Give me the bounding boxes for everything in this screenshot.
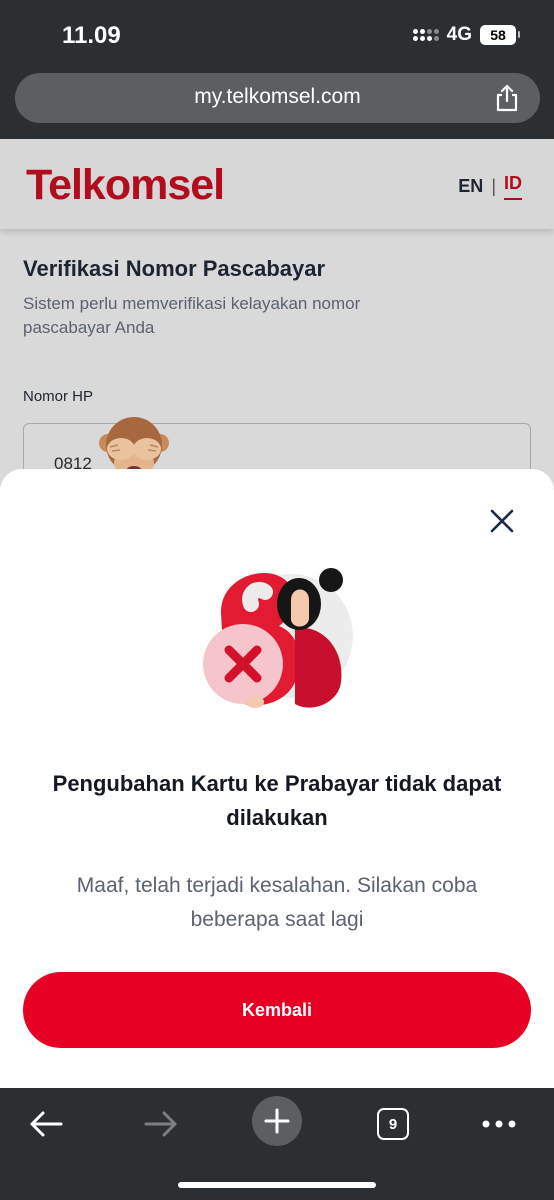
telkomsel-logo[interactable]: Telkomsel [26, 161, 225, 210]
status-time: 11.09 [62, 22, 121, 49]
form-subtitle: Sistem perlu memverifikasi kelayakan nom… [23, 294, 361, 337]
battery-level: 58 [490, 27, 506, 43]
status-indicators: 4G 58 [412, 24, 520, 46]
back-arrow-icon [30, 1111, 63, 1137]
close-icon[interactable] [488, 507, 516, 535]
language-switcher: EN | ID [458, 173, 522, 200]
lang-separator: | [491, 176, 496, 196]
lang-en[interactable]: EN [458, 176, 483, 197]
tabs-button[interactable]: 9 [371, 1102, 415, 1146]
forward-nav-button[interactable] [139, 1102, 183, 1146]
more-icon [482, 1120, 516, 1128]
form-title: Verifikasi Nomor Pascabayar [23, 256, 326, 281]
forward-arrow-icon [144, 1111, 177, 1137]
error-bottom-sheet: Pengubahan Kartu ke Prabayar tidak dapat… [0, 469, 554, 1088]
more-button[interactable] [477, 1102, 521, 1146]
share-icon[interactable] [494, 84, 520, 112]
home-indicator [178, 1182, 376, 1188]
site-header: Telkomsel EN | ID [0, 139, 554, 229]
back-nav-button[interactable] [24, 1102, 68, 1146]
new-tab-button[interactable] [252, 1096, 302, 1146]
error-message: Maaf, telah terjadi kesalahan. Silakan c… [76, 874, 478, 931]
browser-chrome: 11.09 4G 58 my.telkomsel.com [0, 0, 554, 139]
lang-id[interactable]: ID [504, 173, 522, 200]
url-text: my.telkomsel.com [194, 85, 361, 108]
signal-icon [412, 29, 439, 41]
network-type: 4G [446, 24, 472, 45]
url-bar[interactable]: my.telkomsel.com [15, 73, 540, 123]
back-button[interactable]: Kembali [23, 972, 531, 1048]
tabs-count: 9 [377, 1108, 409, 1140]
plus-icon [252, 1096, 302, 1146]
battery-icon: 58 [480, 25, 520, 45]
phone-label: Nomor HP [23, 388, 94, 405]
error-illustration [203, 568, 353, 708]
error-title: Pengubahan Kartu ke Prabayar tidak dapat… [52, 771, 502, 830]
